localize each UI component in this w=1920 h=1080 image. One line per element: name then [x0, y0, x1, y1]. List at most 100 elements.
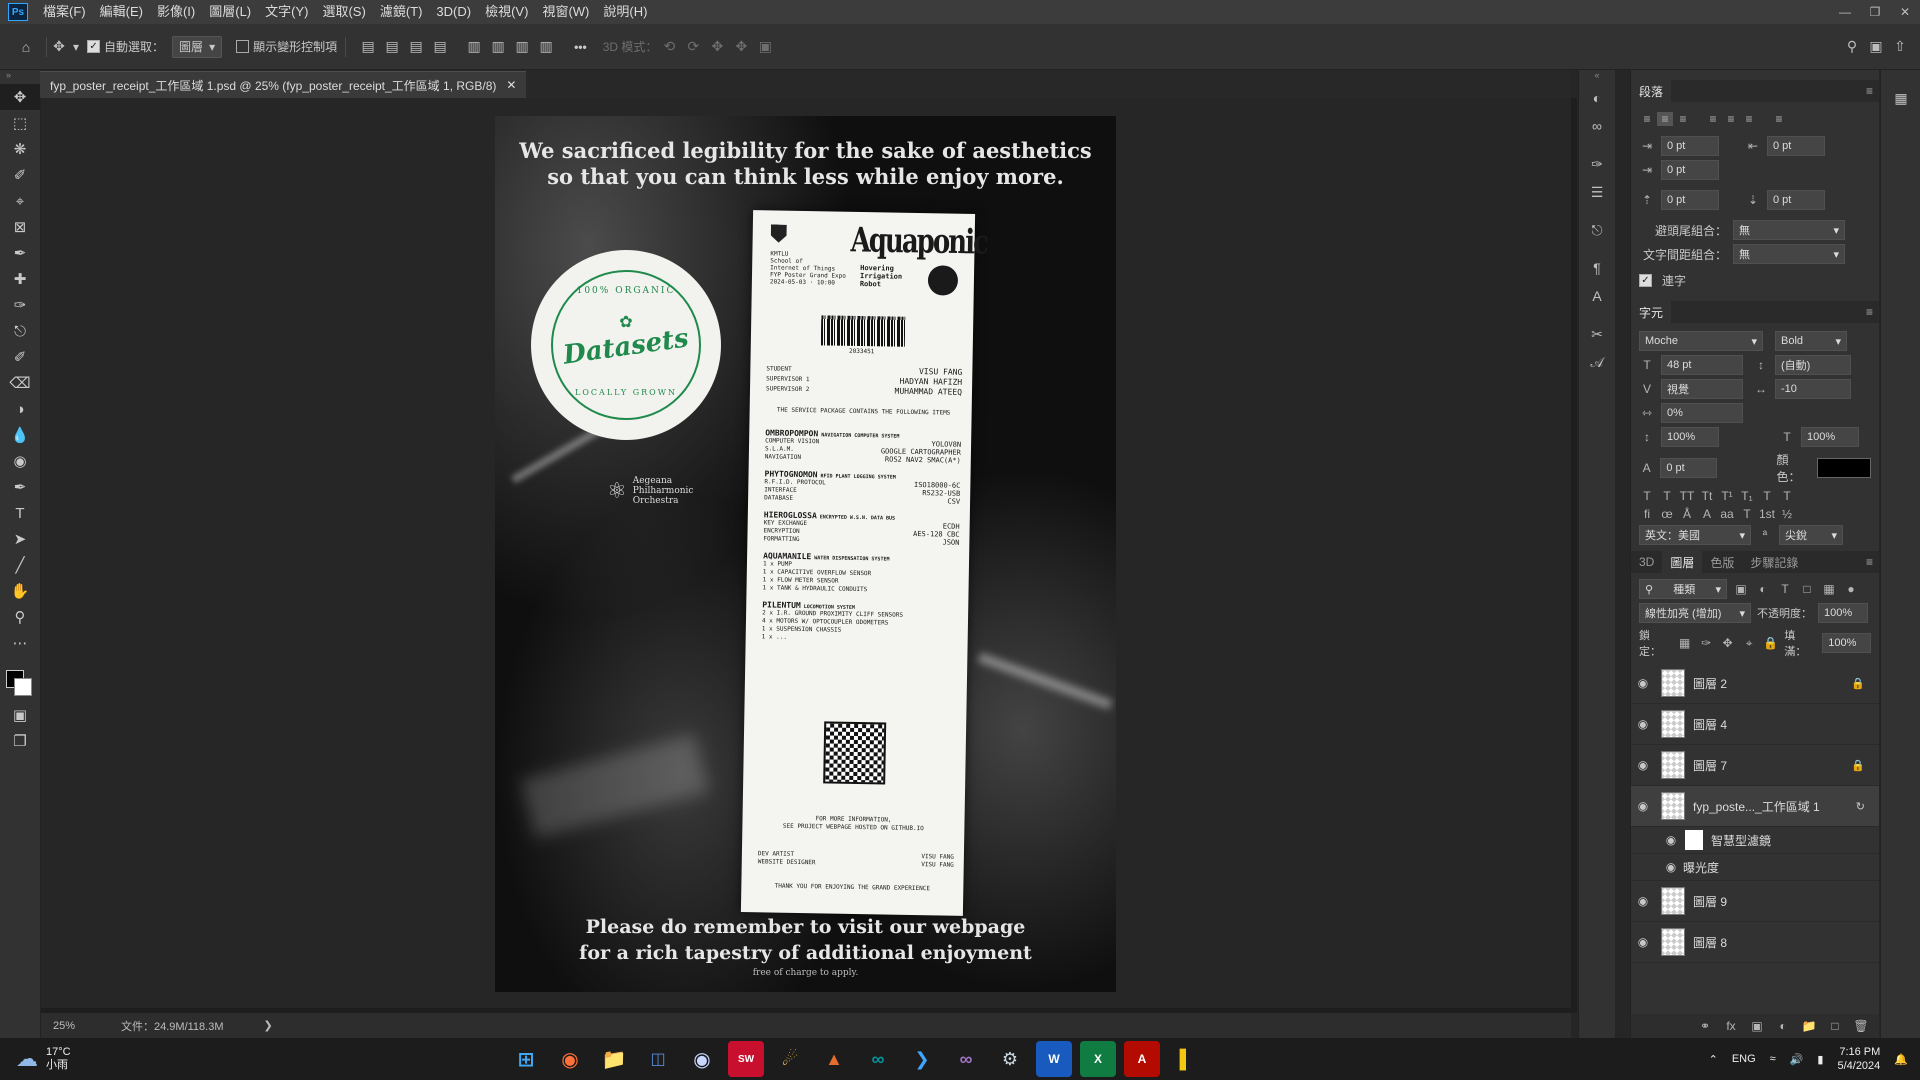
layer-row[interactable]: ◉ 圖層 2 🔒	[1631, 663, 1879, 704]
eraser-tool-icon[interactable]: ⌫	[0, 370, 40, 396]
opacity-field[interactable]: 100%	[1818, 603, 1868, 623]
align-right-icon[interactable]: ▤	[404, 35, 428, 59]
word-icon[interactable]: W	[1036, 1041, 1072, 1077]
align-right-text-icon[interactable]: ≡	[1675, 112, 1691, 126]
share-icon[interactable]: ⇧	[1888, 35, 1912, 59]
panel-menu-icon[interactable]: ≡	[1866, 555, 1873, 569]
paint-bucket-icon[interactable]: ◑	[0, 396, 40, 422]
document-tab[interactable]: fyp_poster_receipt_工作區域 1.psd @ 25% (fyp…	[40, 71, 527, 98]
filter-pixel-icon[interactable]: ▣	[1733, 582, 1749, 596]
search-icon[interactable]: ⚲	[1840, 35, 1864, 59]
text-color-swatch[interactable]	[1817, 458, 1871, 478]
volume-icon[interactable]: 🔊	[1790, 1053, 1804, 1066]
indent-right-field[interactable]: 0 pt	[1767, 136, 1825, 156]
visibility-eye-icon[interactable]: ◉	[1659, 860, 1683, 874]
slide-3d-icon[interactable]: ✥	[729, 35, 753, 59]
paragraph-tab[interactable]: 段落	[1631, 80, 1672, 102]
space-before-field[interactable]: 0 pt	[1661, 190, 1719, 210]
align-middle-icon[interactable]: ▥	[486, 35, 510, 59]
justify-center-icon[interactable]: ≡	[1723, 112, 1739, 126]
menu-item[interactable]: 視窗(W)	[535, 0, 596, 24]
adjustment-layer-icon[interactable]: ◐	[1775, 1019, 1791, 1033]
justify-right-icon[interactable]: ≡	[1741, 112, 1757, 126]
tray-chevron-up-icon[interactable]: ⌃	[1709, 1053, 1718, 1066]
battery-icon[interactable]: ▮	[1817, 1053, 1823, 1066]
hand-tool-icon[interactable]: ✋	[0, 578, 40, 604]
faux-bold-icon[interactable]: T	[1639, 489, 1655, 503]
horizontal-scale-field[interactable]: 100%	[1801, 427, 1859, 447]
windows-start-icon[interactable]: ⊞	[508, 1041, 544, 1077]
filter-toggle-icon[interactable]: ●	[1843, 582, 1859, 596]
lock-position-icon[interactable]: ✥	[1720, 636, 1735, 650]
filter-adjustment-icon[interactable]: ◐	[1755, 582, 1771, 596]
file-explorer-icon[interactable]: 📁	[596, 1041, 632, 1077]
stylistic-alt-icon[interactable]: aa	[1719, 507, 1735, 521]
matlab-icon[interactable]: ▲	[816, 1041, 852, 1077]
all-caps-icon[interactable]: TT	[1679, 489, 1695, 503]
fill-field[interactable]: 100%	[1822, 633, 1872, 653]
glyph-style-icon[interactable]: 𝒜	[1579, 348, 1615, 376]
layer-row[interactable]: ◉ 圖層 9	[1631, 881, 1879, 922]
glyphs-icon[interactable]: ∞	[1579, 112, 1615, 140]
mojikumi-dropdown[interactable]: 無 ▾	[1733, 244, 1845, 264]
visibility-eye-icon[interactable]: ◉	[1631, 676, 1655, 690]
justify-all-icon[interactable]: ≡	[1771, 112, 1787, 126]
crop-tool-icon[interactable]: ⌖	[0, 188, 40, 214]
space-after-field[interactable]: 0 pt	[1767, 190, 1825, 210]
baseline-field[interactable]: 0 pt	[1660, 458, 1717, 478]
obs-icon[interactable]: ◉	[684, 1041, 720, 1077]
visibility-eye-icon[interactable]: ◉	[1659, 833, 1683, 847]
fx-icon[interactable]: fx	[1723, 1019, 1739, 1033]
lock-all-icon[interactable]: 🔒	[1763, 636, 1778, 650]
superscript-icon[interactable]: T¹	[1719, 489, 1735, 503]
menu-item[interactable]: 影像(I)	[150, 0, 202, 24]
align-center-icon[interactable]: ▤	[380, 35, 404, 59]
tracking-field[interactable]: -10	[1775, 379, 1851, 399]
faux-italic-icon[interactable]: T	[1659, 489, 1675, 503]
align-center-text-icon[interactable]: ≡	[1657, 112, 1673, 126]
screen-mode-icon[interactable]: ❐	[0, 728, 40, 754]
lock-image-icon[interactable]: ✑	[1698, 636, 1713, 650]
menu-item[interactable]: 選取(S)	[315, 0, 372, 24]
align-bottom-icon[interactable]: ▥	[510, 35, 534, 59]
pen-tool-icon[interactable]: ✒	[0, 474, 40, 500]
visibility-eye-icon[interactable]: ◉	[1631, 758, 1655, 772]
eyedropper-tool-icon[interactable]: ✒	[0, 240, 40, 266]
layers-tab[interactable]: 圖層	[1662, 551, 1703, 573]
path-select-icon[interactable]: ➤	[0, 526, 40, 552]
small-caps-icon[interactable]: Tt	[1699, 489, 1715, 503]
clock[interactable]: 7:16 PM 5/4/2024	[1837, 1045, 1880, 1073]
orbit-3d-icon[interactable]: ⟲	[657, 35, 681, 59]
minimize-button[interactable]: —	[1830, 0, 1860, 24]
brush-settings-icon[interactable]: ✑	[1579, 150, 1615, 178]
lasso-tool-icon[interactable]: ❋	[0, 136, 40, 162]
stamp-tool-icon[interactable]: ⎋	[0, 318, 40, 344]
antialias-dropdown[interactable]: 尖銳 ▾	[1779, 525, 1843, 545]
type-tool-icon[interactable]: T	[0, 500, 40, 526]
layer-row[interactable]: ◉ 圖層 8	[1631, 922, 1879, 963]
move-tool-icon[interactable]: ✥	[0, 84, 40, 110]
visibility-eye-icon[interactable]: ◉	[1631, 935, 1655, 949]
distribute-vertical-icon[interactable]: ▥	[534, 35, 558, 59]
marquee-tool-icon[interactable]: ⬚	[0, 110, 40, 136]
subscript-icon[interactable]: T₁	[1739, 489, 1755, 503]
poster-artboard[interactable]: We sacrificed legibility for the sake of…	[495, 116, 1116, 992]
align-top-icon[interactable]: ▥	[462, 35, 486, 59]
zoom-tool-icon[interactable]: ⚲	[0, 604, 40, 630]
ordinal-icon[interactable]: 1st	[1759, 507, 1775, 521]
add-mask-icon[interactable]: ▣	[1749, 1019, 1765, 1033]
menu-item[interactable]: 圖層(L)	[202, 0, 258, 24]
input-language[interactable]: ENG	[1732, 1053, 1756, 1065]
font-size-field[interactable]: 48 pt	[1661, 355, 1743, 375]
close-button[interactable]: ✕	[1890, 0, 1920, 24]
quick-select-tool-icon[interactable]: ✐	[0, 162, 40, 188]
new-layer-icon[interactable]: □	[1827, 1019, 1843, 1033]
more-tools-icon[interactable]: ⋯	[0, 630, 40, 656]
power-bi-icon[interactable]: ▌	[1168, 1041, 1204, 1077]
healing-tool-icon[interactable]: ✚	[0, 266, 40, 292]
lock-artboard-icon[interactable]: ⌖	[1741, 636, 1756, 651]
fraction-icon[interactable]: ½	[1779, 507, 1795, 521]
menu-item[interactable]: 檢視(V)	[478, 0, 535, 24]
paragraph-icon[interactable]: ¶	[1579, 254, 1615, 282]
character-tab[interactable]: 字元	[1631, 301, 1672, 323]
